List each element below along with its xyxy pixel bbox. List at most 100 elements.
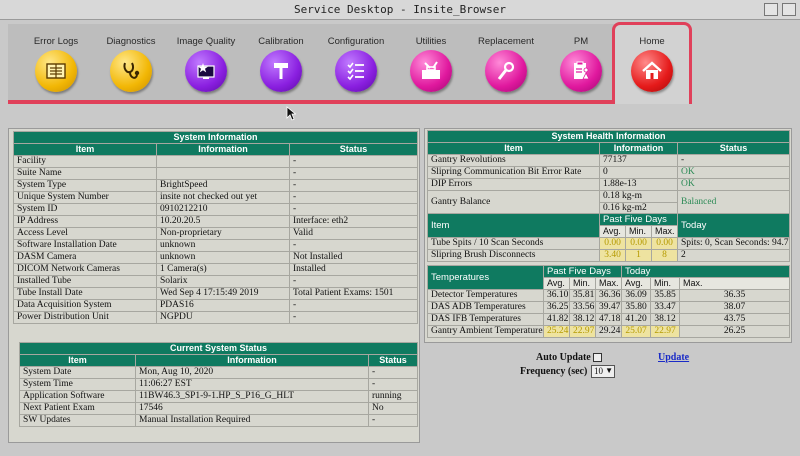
- cell-item: Power Distribution Unit: [13, 311, 157, 324]
- cell-information: PDAS16: [156, 299, 290, 312]
- stats-today-header: Today: [677, 213, 791, 238]
- stethoscope-button[interactable]: [110, 50, 152, 92]
- checklist-icon: [347, 62, 364, 81]
- column-header-status: Status: [367, 354, 419, 367]
- cell-status: -: [288, 275, 419, 288]
- toolbar-item-utilities[interactable]: Utilities: [391, 24, 471, 100]
- frequency-select[interactable]: 10 ▼: [591, 365, 615, 378]
- monitor-star-button[interactable]: [185, 50, 227, 92]
- temps-sub-header: Avg.: [621, 277, 652, 290]
- cell-value: 0.00: [599, 237, 626, 250]
- toolbar-item-error-logs[interactable]: Error Logs: [16, 24, 96, 100]
- cell-information: unknown: [156, 239, 290, 252]
- table-row: Unique System Number insite not checked o…: [13, 191, 419, 204]
- table-row: Access Level Non-proprietary Valid: [13, 227, 419, 240]
- cell-value: 47.18: [594, 313, 623, 326]
- cell-value: 35.81: [569, 289, 596, 302]
- cell-value: 3.40: [599, 249, 626, 262]
- window-title: Service Desktop - Insite_Browser: [294, 3, 506, 16]
- table-row: Software Installation Date unknown -: [13, 239, 419, 252]
- cell-information: Mon, Aug 10, 2020: [135, 366, 369, 379]
- cell-status: No: [367, 402, 419, 415]
- cell-item: Installed Tube: [13, 275, 157, 288]
- cell-today: Spits: 0, Scan Seconds: 94.7: [677, 237, 791, 250]
- cell-item: DICOM Network Cameras: [13, 263, 157, 276]
- checklist-button[interactable]: [335, 50, 377, 92]
- cell-value: 38.12: [650, 313, 681, 326]
- minimize-button[interactable]: [764, 3, 778, 16]
- table-row: Gantry Balance 0.18 kg-m Balanced: [427, 190, 790, 215]
- temps-sub-header: Min.: [650, 277, 681, 290]
- system-information-title: System Information: [12, 131, 419, 144]
- toolbar-item-image-quality[interactable]: Image Quality: [166, 24, 246, 100]
- cell-status: Installed: [288, 263, 419, 276]
- monitor-star-icon: [197, 63, 215, 79]
- table-row: Power Distribution Unit NGPDU -: [13, 311, 419, 324]
- toolbar-item-calibration[interactable]: Calibration: [241, 24, 321, 100]
- toolbar-item-diagnostics[interactable]: Diagnostics: [91, 24, 171, 100]
- column-header-information: Information: [599, 142, 678, 155]
- toolbar-item-label: Calibration: [258, 36, 304, 47]
- cell-value: 22.97: [569, 325, 596, 338]
- cell-information: NGPDU: [156, 311, 290, 324]
- toolbar-item-configuration[interactable]: Configuration: [316, 24, 396, 100]
- table-row: System Time 11:06:27 EST -: [19, 378, 419, 391]
- cell-status: Valid: [288, 227, 419, 240]
- cell-status: -: [288, 155, 419, 168]
- toolbar-item-home[interactable]: Home: [612, 22, 692, 104]
- cell-item: Tube Install Date: [13, 287, 157, 300]
- cell-item: Detector Temperatures: [427, 289, 544, 302]
- wrench-button[interactable]: [485, 50, 527, 92]
- frequency-value: 10: [594, 366, 603, 376]
- chevron-down-icon: ▼: [605, 366, 613, 375]
- table-row: Data Acquisition System PDAS16-: [13, 299, 419, 312]
- cell-information: 10.20.20.5: [156, 215, 290, 228]
- cell-value: 29.24: [594, 325, 623, 338]
- temperatures-header: Temperatures: [427, 265, 544, 290]
- temps-today-header: Today: [621, 265, 791, 278]
- clipboard-person-button[interactable]: [560, 50, 602, 92]
- cell-status: -: [288, 203, 419, 216]
- home-icon: [642, 61, 662, 79]
- cell-status: Balanced: [677, 190, 790, 215]
- column-header-status: Status: [288, 143, 419, 156]
- cell-item: Gantry Revolutions: [427, 154, 600, 167]
- cell-status: OK: [677, 166, 790, 179]
- cell-status: -: [677, 154, 790, 167]
- logbook-button[interactable]: [35, 50, 77, 92]
- system-health-title: System Health Information: [427, 130, 790, 143]
- cell-value: 0.00: [650, 237, 679, 250]
- auto-update-checkbox[interactable]: [593, 353, 602, 362]
- cell-status: Not Installed: [288, 251, 419, 264]
- cell-value: 41.82: [543, 313, 570, 326]
- toolbox-button[interactable]: [410, 50, 452, 92]
- cell-item: System Time: [19, 378, 136, 391]
- window-titlebar: Service Desktop - Insite_Browser: [0, 0, 800, 20]
- hammer-button[interactable]: [260, 50, 302, 92]
- home-button[interactable]: [631, 50, 673, 92]
- toolbar-item-pm[interactable]: PM: [541, 24, 621, 100]
- update-link[interactable]: Update: [658, 352, 689, 363]
- cell-information: 0: [599, 166, 678, 179]
- column-header-item: Item: [427, 142, 600, 155]
- cell-status: -: [288, 179, 419, 192]
- logbook-icon: [46, 63, 66, 79]
- cell-status: -: [367, 414, 419, 427]
- cell-information: 1 Camera(s): [156, 263, 290, 276]
- toolbar-item-label: Configuration: [327, 36, 385, 47]
- cell-item: Gantry Ambient Temperatures: [427, 325, 544, 338]
- maximize-button[interactable]: [782, 3, 796, 16]
- cell-value: 26.25: [679, 325, 791, 338]
- temperatures-table: Temperatures Past Five Days Today Avg. Mi…: [427, 265, 791, 338]
- cell-value: 33.47: [650, 301, 681, 314]
- cell-information: Manual Installation Required: [135, 414, 369, 427]
- wrench-icon: [497, 61, 515, 80]
- cell-information: [156, 167, 290, 180]
- cell-item: Application Software: [19, 390, 136, 403]
- table-row: Slipring Communication Bit Error Rate 0 OK: [427, 166, 790, 179]
- cell-value: 25.07: [621, 325, 652, 338]
- column-header-status: Status: [677, 142, 790, 155]
- stats-item-header: Item: [427, 213, 600, 238]
- cell-item: Access Level: [13, 227, 157, 240]
- toolbar-item-replacement[interactable]: Replacement: [466, 24, 546, 100]
